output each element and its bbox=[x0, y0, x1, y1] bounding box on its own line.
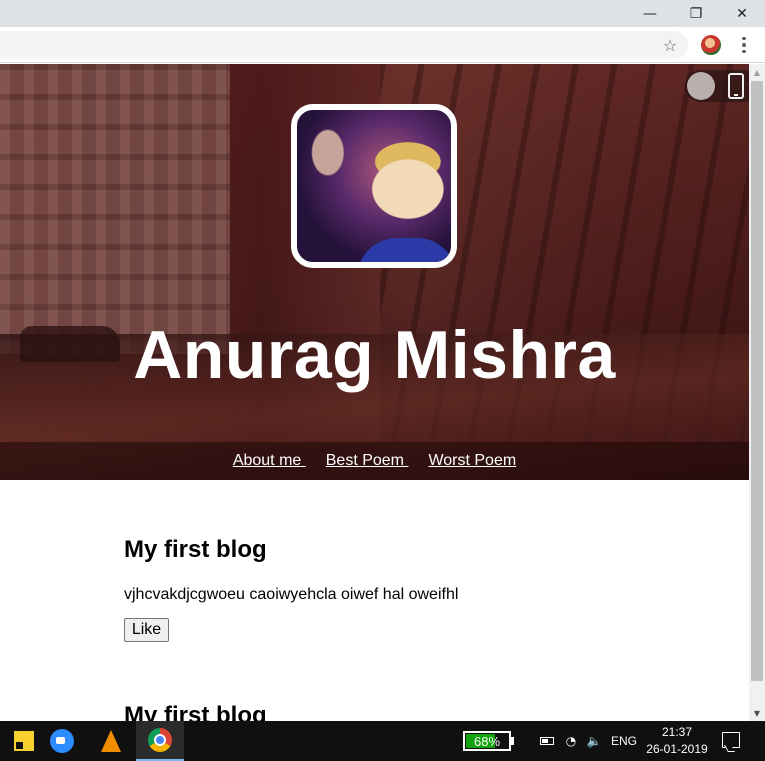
clock-time: 21:37 bbox=[661, 725, 693, 739]
minimize-button[interactable]: — bbox=[627, 0, 673, 27]
zoom-icon bbox=[50, 729, 74, 753]
hero-background-building bbox=[0, 64, 230, 354]
scroll-up-arrow-icon[interactable]: ▲ bbox=[749, 64, 765, 80]
bookmark-star-icon[interactable]: ☆ bbox=[658, 33, 682, 57]
window-titlebar: — ❐ ✕ bbox=[0, 0, 765, 27]
address-bar[interactable]: ☆ bbox=[0, 31, 688, 59]
sticky-notes-icon bbox=[14, 731, 34, 751]
restore-button[interactable]: ❐ bbox=[673, 0, 719, 27]
taskbar-chrome[interactable] bbox=[136, 721, 184, 761]
phone-icon bbox=[728, 73, 744, 99]
wifi-icon[interactable]: ◔ bbox=[562, 733, 580, 749]
post-title: My first blog bbox=[124, 536, 267, 563]
page-viewport: Anurag Mishra About me Best Poem Worst P… bbox=[0, 64, 749, 721]
profile-photo bbox=[291, 104, 457, 268]
nav-link-best-poem[interactable]: Best Poem bbox=[326, 452, 409, 470]
battery-indicator[interactable]: 68% bbox=[463, 731, 511, 751]
volume-icon[interactable]: 🔈 bbox=[585, 733, 603, 749]
notifications-icon[interactable] bbox=[722, 732, 740, 748]
nav-link-worst-poem[interactable]: Worst Poem bbox=[428, 452, 516, 470]
close-window-button[interactable]: ✕ bbox=[719, 0, 765, 27]
post-title: My first blog bbox=[124, 702, 267, 721]
scroll-down-arrow-icon[interactable]: ▼ bbox=[749, 705, 765, 721]
input-language[interactable]: ENG bbox=[611, 721, 637, 761]
blog-post: My first blog vjhcvakdjcgwoeu caoiwyehcl… bbox=[124, 536, 684, 706]
mobile-view-toggle[interactable] bbox=[685, 70, 749, 102]
windows-taskbar: 68% ◔ 🔈 ENG 21:37 26-01-2019 bbox=[0, 721, 765, 761]
nav-link-about-me[interactable]: About me bbox=[233, 452, 306, 470]
taskbar-vlc[interactable] bbox=[87, 721, 135, 761]
vlc-icon bbox=[101, 730, 121, 752]
taskbar-zoom[interactable] bbox=[38, 721, 86, 761]
battery-nub bbox=[511, 737, 514, 745]
profile-avatar-icon[interactable] bbox=[701, 35, 721, 55]
hero-banner: Anurag Mishra About me Best Poem Worst P… bbox=[0, 64, 749, 480]
toggle-knob[interactable] bbox=[687, 72, 715, 100]
browser-menu-icon[interactable] bbox=[735, 33, 753, 57]
tray-battery-icon[interactable] bbox=[538, 733, 556, 749]
clock-date: 26-01-2019 bbox=[646, 742, 708, 756]
scroll-thumb[interactable] bbox=[751, 81, 763, 681]
blog-post: My first blog bbox=[124, 702, 684, 721]
clock[interactable]: 21:37 26-01-2019 bbox=[643, 724, 711, 758]
chrome-icon bbox=[148, 728, 172, 752]
browser-toolbar: ☆ bbox=[0, 27, 765, 63]
like-button[interactable]: Like bbox=[124, 618, 169, 642]
profile-photo-shirt bbox=[357, 238, 451, 262]
post-body: vjhcvakdjcgwoeu caoiwyehcla oiwef hal ow… bbox=[124, 586, 459, 603]
hero-nav: About me Best Poem Worst Poem bbox=[0, 442, 749, 480]
battery-percent: 68% bbox=[473, 734, 501, 749]
page-scrollbar[interactable]: ▲ ▼ bbox=[749, 64, 765, 721]
site-title: Anurag Mishra bbox=[133, 317, 616, 393]
